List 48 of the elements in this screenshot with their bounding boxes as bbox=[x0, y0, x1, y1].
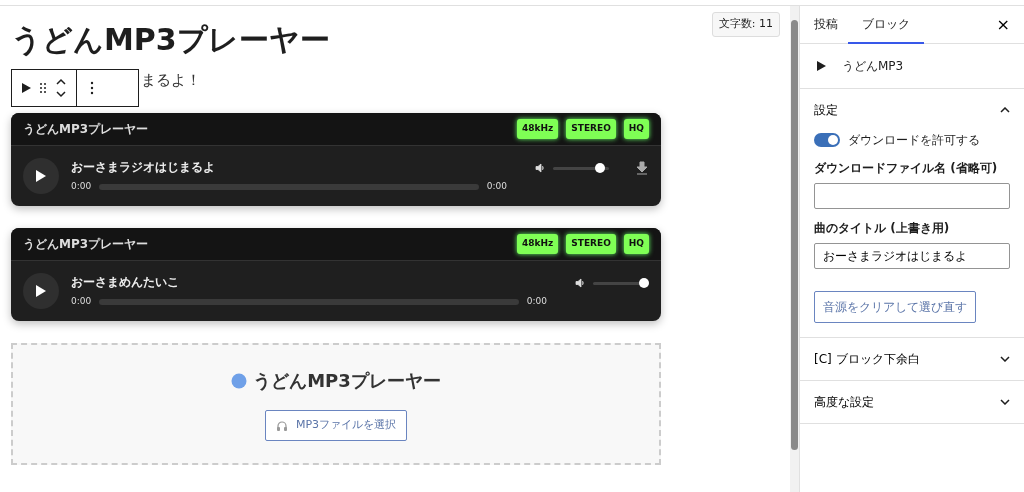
play-button[interactable] bbox=[23, 158, 59, 194]
track-title: おーさまラジオはじまるよ bbox=[71, 159, 216, 177]
duration-time: 0:00 bbox=[526, 295, 547, 309]
play-button[interactable] bbox=[23, 273, 59, 309]
format-tag: STEREO bbox=[566, 234, 616, 254]
format-tag: 48kHz bbox=[517, 119, 559, 139]
format-tag: HQ bbox=[623, 234, 649, 254]
volume-icon bbox=[575, 278, 585, 288]
play-icon[interactable] bbox=[20, 82, 32, 94]
play-icon bbox=[816, 61, 826, 71]
play-icon bbox=[35, 284, 47, 298]
select-file-button[interactable]: MP3ファイルを選択 bbox=[264, 410, 408, 441]
headphones-icon bbox=[275, 419, 288, 432]
play-icon bbox=[35, 169, 47, 183]
format-tag: STEREO bbox=[566, 119, 616, 139]
sidebar-tab[interactable]: 投稿 bbox=[804, 5, 848, 44]
format-tag: HQ bbox=[623, 119, 649, 139]
volume-slider[interactable] bbox=[553, 163, 609, 173]
move-arrows-icon[interactable] bbox=[54, 76, 68, 100]
text-field[interactable]: おーさまラジオはじまるよ bbox=[814, 243, 1010, 269]
sidebar-tab[interactable]: ブロック bbox=[848, 5, 924, 44]
elapsed-time: 0:00 bbox=[71, 180, 92, 194]
post-title[interactable]: うどんMP3プレーヤー bbox=[11, 22, 330, 58]
elapsed-time: 0:00 bbox=[71, 295, 92, 309]
close-button[interactable]: × bbox=[990, 11, 1016, 38]
panel-header[interactable]: [C] ブロック下余白 bbox=[800, 338, 1024, 380]
player-name: うどんMP3プレーヤー bbox=[23, 121, 149, 138]
track-title: おーさまめんたいこ bbox=[71, 274, 180, 292]
duration-time: 0:00 bbox=[486, 180, 507, 194]
volume-slider[interactable] bbox=[593, 278, 649, 288]
field-label: 曲のタイトル (上書き用) bbox=[814, 220, 951, 237]
circle-icon bbox=[231, 372, 248, 389]
placeholder-title: うどんMP3プレーヤー bbox=[253, 369, 441, 394]
block-name: うどんMP3 bbox=[842, 58, 904, 75]
panel-header[interactable]: 高度な設定 bbox=[800, 381, 1024, 423]
download-icon[interactable] bbox=[635, 161, 649, 175]
volume-icon bbox=[535, 163, 545, 173]
toggle-label: ダウンロードを許可する bbox=[848, 132, 980, 149]
clear-source-button[interactable]: 音源をクリアして選び直す bbox=[814, 291, 976, 323]
word-count: 文字数: 11 bbox=[711, 12, 780, 37]
panel-header[interactable]: 設定 bbox=[800, 89, 1024, 131]
scrollbar-thumb[interactable] bbox=[791, 20, 798, 450]
paragraph-text: まるよ！ bbox=[141, 70, 201, 91]
toggle-switch[interactable] bbox=[814, 133, 840, 147]
player-name: うどんMP3プレーヤー bbox=[23, 236, 149, 253]
text-field[interactable] bbox=[814, 183, 1010, 209]
field-label: ダウンロードファイル名 (省略可) bbox=[814, 160, 999, 177]
format-tag: 48kHz bbox=[517, 234, 559, 254]
